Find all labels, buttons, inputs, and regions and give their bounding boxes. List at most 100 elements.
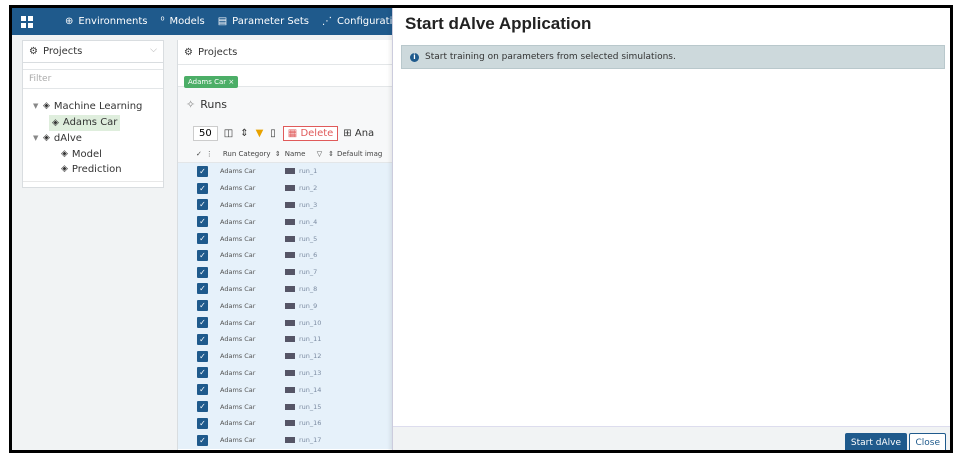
run-category-cell: Adams Car [220, 419, 256, 428]
run-name-cell[interactable]: run_9 [299, 302, 317, 310]
table-row[interactable]: ✓ Adams Car run_15 [178, 398, 402, 415]
start-dalve-button[interactable]: Start dAlve [844, 433, 907, 450]
run-name-cell[interactable]: run_1 [299, 167, 317, 175]
tree-item-model[interactable]: ◈ Model [33, 147, 163, 163]
run-name-cell[interactable]: run_10 [299, 319, 321, 327]
table-row[interactable]: ✓ Adams Car run_2 [178, 180, 402, 197]
image-icon [285, 353, 295, 360]
expand-toggle-icon[interactable]: ▼ [33, 99, 43, 115]
row-checkbox[interactable]: ✓ [197, 384, 208, 396]
select-all-icon[interactable]: ✓ [196, 150, 202, 158]
run-name-cell[interactable]: run_12 [299, 352, 321, 360]
export-icon[interactable]: ▯ [270, 128, 276, 139]
cube-icon: ◈ [43, 133, 50, 143]
image-icon [285, 168, 295, 175]
run-name-cell[interactable]: run_2 [299, 184, 317, 192]
filter-icon[interactable]: ▼ [256, 128, 264, 139]
filter-input[interactable]: Filter [23, 69, 163, 89]
run-name-cell[interactable]: run_14 [299, 386, 321, 394]
run-category-cell: Adams Car [220, 385, 256, 394]
column-menu-icon[interactable]: ⋮ [206, 150, 213, 158]
table-row[interactable]: ✓ Adams Car run_13 [178, 365, 402, 382]
table-row[interactable]: ✓ Adams Car run_11 [178, 331, 402, 348]
table-row[interactable]: ✓ Adams Car run_6 [178, 247, 402, 264]
table-row[interactable]: ✓ Adams Car run_9 [178, 297, 402, 314]
table-row[interactable]: ✓ Adams Car run_16 [178, 415, 402, 432]
table-row[interactable]: ✓ Adams Car run_7 [178, 264, 402, 281]
table-row[interactable]: ✓ Adams Car run_5 [178, 230, 402, 247]
row-checkbox[interactable]: ✓ [197, 165, 208, 177]
tree-item-machine-learning[interactable]: ▼ ◈ Machine Learning [33, 99, 163, 115]
tree-item-adams-car[interactable]: ◈ Adams Car [33, 114, 163, 131]
projects-header: ⚙ Projects [178, 40, 402, 65]
run-name-cell[interactable]: run_7 [299, 268, 317, 276]
run-name-cell[interactable]: run_16 [299, 419, 321, 427]
tree-item-dalve[interactable]: ▼ ◈ dAlve [33, 131, 163, 147]
row-checkbox[interactable]: ✓ [197, 401, 208, 413]
row-checkbox[interactable]: ✓ [197, 182, 208, 194]
horizontal-scrollbar[interactable] [23, 181, 163, 187]
row-checkbox[interactable]: ✓ [197, 333, 208, 345]
close-button[interactable]: Close [909, 433, 946, 450]
row-checkbox[interactable]: ✓ [197, 317, 208, 329]
cube-icon: ◈ [61, 164, 68, 174]
analyze-button[interactable]: ⊞ Ana [343, 128, 374, 139]
sort-icon[interactable]: ⇕ [328, 150, 334, 158]
project-selector[interactable]: ⚙ Projects ⌵ [23, 41, 163, 63]
image-icon [285, 218, 295, 225]
nav-environments[interactable]: ⊕ Environments [65, 16, 147, 27]
columns-icon[interactable]: ◫ [224, 128, 233, 139]
run-name-cell[interactable]: run_13 [299, 369, 321, 377]
image-icon [285, 285, 295, 292]
app-logo-icon[interactable] [21, 15, 33, 28]
page-size-select[interactable]: 50 [193, 125, 218, 141]
run-name-cell[interactable]: run_3 [299, 201, 317, 209]
row-checkbox[interactable]: ✓ [197, 300, 208, 312]
project-chip[interactable]: Adams Car × [184, 76, 239, 88]
run-category-cell: Adams Car [220, 352, 256, 361]
table-row[interactable]: ✓ Adams Car run_3 [178, 197, 402, 214]
globe-icon: ⊕ [65, 16, 74, 27]
run-name-cell[interactable]: run_5 [299, 235, 317, 243]
run-name-cell[interactable]: run_4 [299, 218, 317, 226]
run-name-cell[interactable]: run_8 [299, 285, 317, 293]
sort-icon[interactable]: ⇕ [240, 128, 248, 139]
sort-icon[interactable]: ⇕ [275, 150, 281, 158]
image-icon [285, 369, 295, 376]
filter-icon[interactable]: ▽ [317, 150, 322, 158]
delete-button[interactable]: ▦ Delete [282, 125, 339, 141]
run-name-cell[interactable]: run_15 [299, 403, 321, 411]
app-window: ⊕ Environments ⁰ Models ▤ Parameter Sets ⋰ C… [9, 5, 953, 453]
run-category-cell: Adams Car [220, 335, 256, 344]
run-name-cell[interactable]: run_17 [299, 436, 321, 444]
tree-item-prediction[interactable]: ◈ Prediction [33, 162, 163, 178]
run-name-cell[interactable]: run_11 [299, 335, 321, 343]
run-name-cell[interactable]: run_6 [299, 251, 317, 259]
row-checkbox[interactable]: ✓ [197, 434, 208, 446]
table-row[interactable]: ✓ Adams Car run_4 [178, 213, 402, 230]
table-row[interactable]: ✓ Adams Car run_17 [178, 432, 402, 449]
run-category-cell: Adams Car [220, 268, 256, 277]
table-row[interactable]: ✓ Adams Car run_12 [178, 348, 402, 365]
expand-toggle-icon[interactable]: ▼ [33, 131, 43, 147]
run-category-cell: Adams Car [220, 200, 256, 209]
row-checkbox[interactable]: ✓ [197, 417, 208, 429]
row-checkbox[interactable]: ✓ [197, 233, 208, 245]
cube-icon: ◈ [61, 148, 68, 159]
row-checkbox[interactable]: ✓ [197, 216, 208, 228]
table-row[interactable]: ✓ Adams Car run_8 [178, 281, 402, 298]
row-checkbox[interactable]: ✓ [197, 350, 208, 362]
row-checkbox[interactable]: ✓ [197, 249, 208, 261]
row-checkbox[interactable]: ✓ [197, 266, 208, 278]
table-row[interactable]: ✓ Adams Car run_10 [178, 314, 402, 331]
info-icon: i [410, 52, 419, 62]
nav-parameter-sets[interactable]: ▤ Parameter Sets [218, 16, 309, 27]
table-row[interactable]: ✓ Adams Car run_14 [178, 381, 402, 398]
row-checkbox[interactable]: ✓ [197, 367, 208, 379]
table-row[interactable]: ✓ Adams Car run_1 [178, 163, 402, 180]
row-checkbox[interactable]: ✓ [197, 199, 208, 211]
nav-models[interactable]: ⁰ Models [160, 16, 204, 27]
row-checkbox[interactable]: ✓ [197, 283, 208, 295]
image-icon [285, 437, 295, 444]
project-tree: ▼ ◈ Machine Learning ◈ Adams Car ▼ ◈ dAlv… [23, 89, 163, 178]
